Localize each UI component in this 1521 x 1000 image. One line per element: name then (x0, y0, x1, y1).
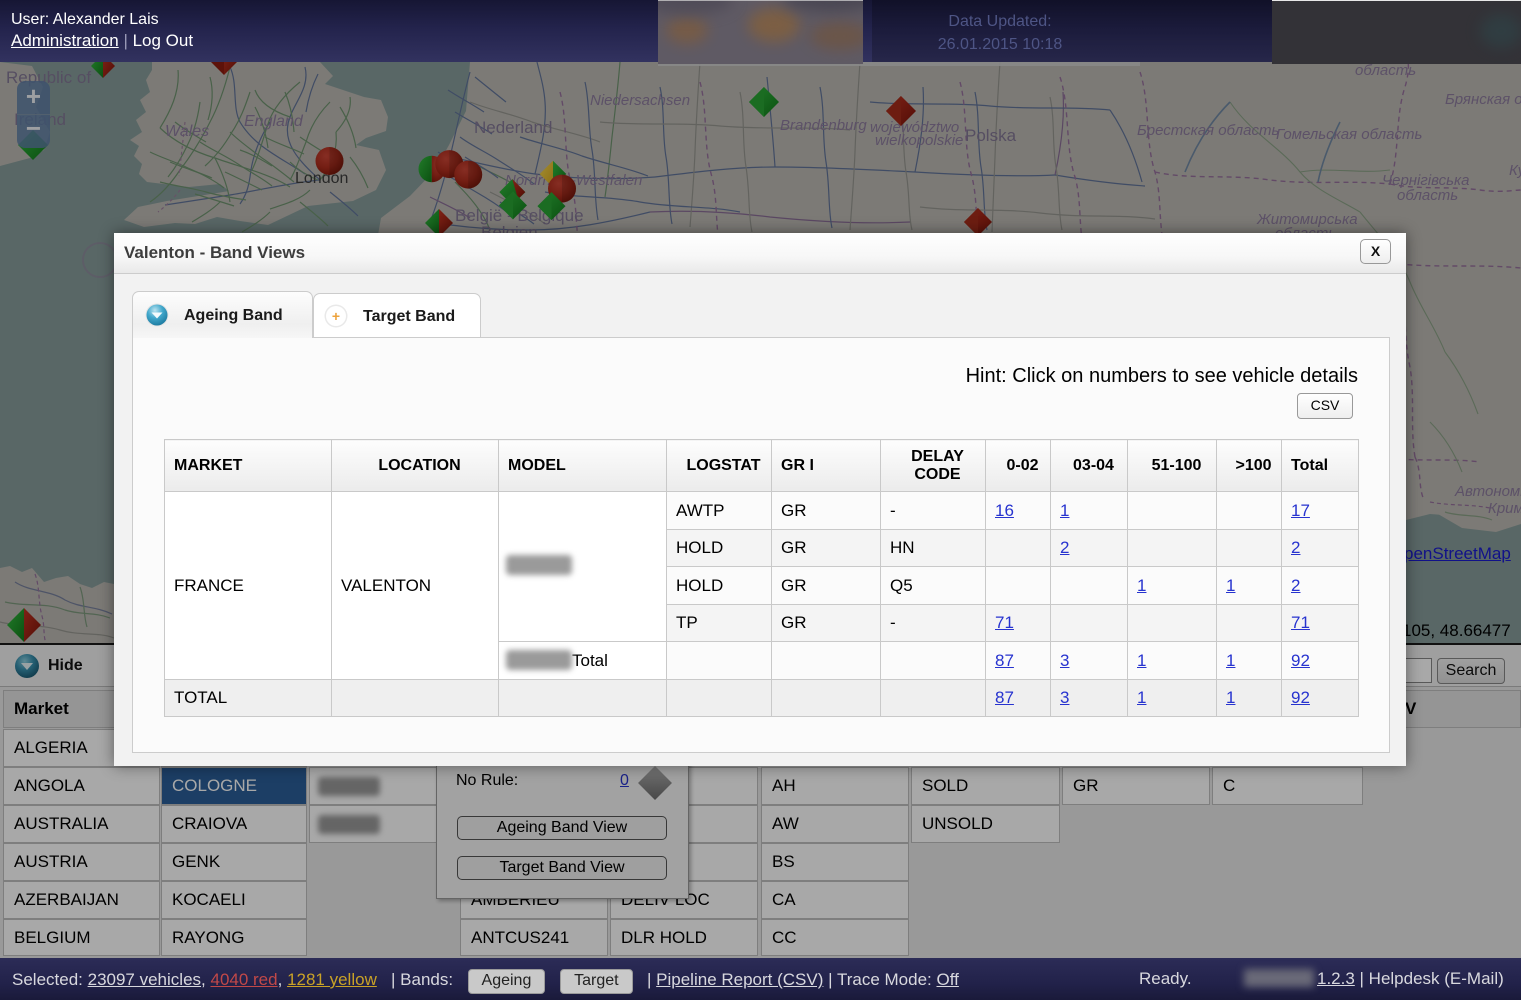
svg-text:+: + (332, 308, 340, 324)
